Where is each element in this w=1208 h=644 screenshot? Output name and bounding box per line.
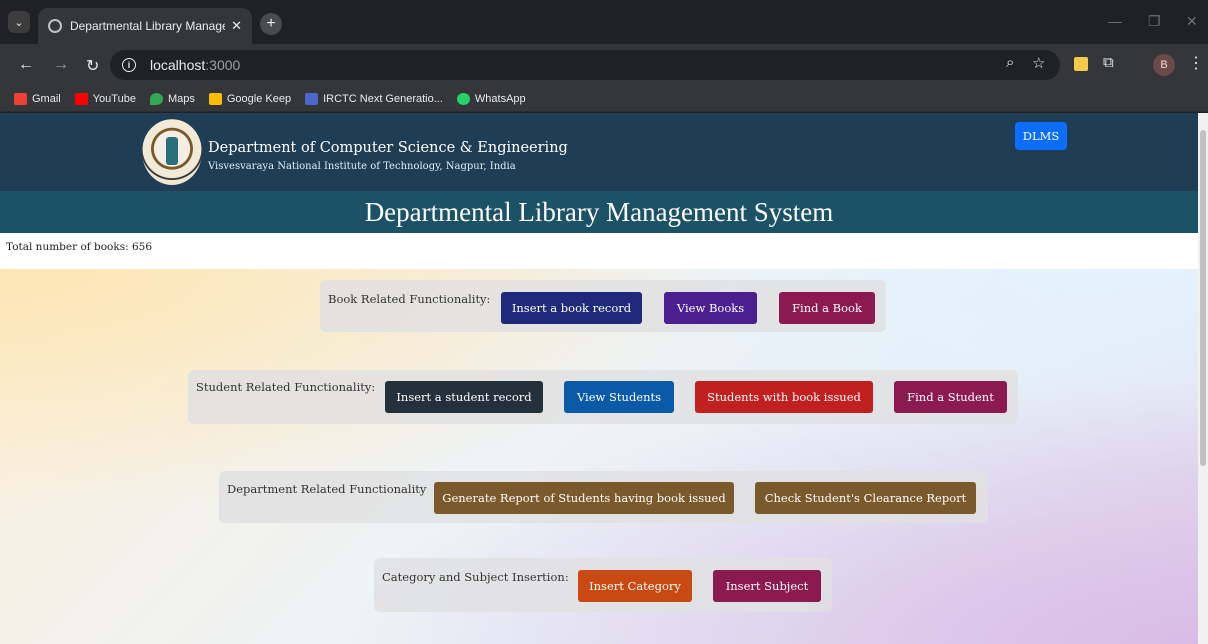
google-keep-extension-icon[interactable]: [1074, 57, 1088, 71]
extensions-puzzle-icon[interactable]: ⧉: [1103, 54, 1114, 71]
youtube-icon: [74, 92, 88, 105]
maps-pin-icon: [149, 92, 163, 105]
back-icon[interactable]: ←: [18, 56, 34, 74]
minimize-icon[interactable]: —: [1108, 13, 1122, 29]
bookmark-youtube[interactable]: YouTube: [74, 92, 136, 105]
url-host: localhost: [150, 57, 206, 73]
close-tab-icon[interactable]: ✕: [231, 18, 242, 34]
bookmark-irctc[interactable]: IRCTC Next Generatio...: [305, 92, 443, 105]
view-books-button[interactable]: View Books: [664, 292, 757, 324]
functionality-area: Book Related Functionality: Insert a boo…: [0, 269, 1198, 644]
browser-tab-active[interactable]: Departmental Library Managemen ✕: [38, 8, 252, 44]
bookmark-maps[interactable]: Maps: [149, 92, 195, 105]
category-section-label: Category and Subject Insertion:: [382, 570, 569, 584]
bookmark-whatsapp[interactable]: WhatsApp: [456, 92, 526, 105]
whatsapp-icon: [456, 92, 470, 105]
total-books-count: Total number of books: 656: [6, 241, 153, 253]
insert-category-button[interactable]: Insert Category: [578, 570, 692, 602]
find-book-button[interactable]: Find a Book: [779, 292, 875, 324]
browser-menu-icon[interactable]: ⋮: [1188, 53, 1204, 73]
window-close-icon[interactable]: ✕: [1186, 13, 1198, 30]
insert-book-button[interactable]: Insert a book record: [501, 292, 642, 324]
google-keep-icon: [208, 92, 222, 105]
zoom-icon[interactable]: ⌕: [1006, 54, 1014, 71]
browser-tabstrip: ⌄ Departmental Library Managemen ✕ + — ❐…: [0, 0, 1208, 44]
bookmark-star-icon[interactable]: ☆: [1032, 54, 1045, 72]
title-bar: Departmental Library Management System: [0, 191, 1198, 233]
site-header: Department of Computer Science & Enginee…: [0, 113, 1198, 191]
new-tab-button[interactable]: +: [260, 13, 282, 35]
bookmarks-bar: Gmail YouTube Maps Google Keep IRCTC Nex…: [0, 86, 1208, 112]
clearance-report-button[interactable]: Check Student's Clearance Report: [755, 482, 976, 514]
scrollbar-thumb[interactable]: [1200, 130, 1206, 466]
seal-emblem: [166, 137, 178, 165]
gmail-icon: [14, 92, 27, 105]
globe-icon: [48, 19, 62, 33]
restore-icon[interactable]: ❐: [1148, 13, 1161, 30]
bookmark-gmail[interactable]: Gmail: [14, 92, 61, 105]
tab-title: Departmental Library Managemen: [69, 19, 225, 33]
insert-subject-button[interactable]: Insert Subject: [713, 570, 821, 602]
reload-icon[interactable]: ↻: [86, 56, 99, 76]
student-section-label: Student Related Functionality:: [196, 380, 376, 394]
students-with-book-issued-button[interactable]: Students with book issued: [695, 381, 873, 413]
page-viewport: Department of Computer Science & Enginee…: [0, 113, 1198, 644]
url-port: :3000: [205, 57, 241, 73]
institute-name: Visvesvaraya National Institute of Techn…: [208, 161, 516, 172]
insert-student-button[interactable]: Insert a student record: [385, 381, 543, 413]
book-count-row: Total number of books: 656: [0, 233, 1198, 269]
forward-icon[interactable]: →: [53, 56, 69, 74]
book-section-label: Book Related Functionality:: [328, 292, 491, 306]
generate-report-button[interactable]: Generate Report of Students having book …: [434, 482, 734, 514]
profile-avatar[interactable]: B: [1153, 54, 1175, 76]
page-title: Departmental Library Management System: [364, 196, 834, 227]
department-section-label: Department Related Functionality: [227, 482, 427, 496]
site-info-icon[interactable]: i: [122, 58, 136, 72]
browser-toolbar: ← → ↻ i localhost :3000 ⌕ ☆: [0, 44, 1208, 86]
bookmark-google-keep[interactable]: Google Keep: [208, 92, 291, 105]
tab-search-chevron-icon[interactable]: ⌄: [8, 11, 30, 33]
dlms-button[interactable]: DLMS: [1015, 122, 1067, 150]
irctc-icon: [305, 92, 319, 105]
view-students-button[interactable]: View Students: [564, 381, 674, 413]
department-name: Department of Computer Science & Enginee…: [208, 140, 568, 156]
address-bar[interactable]: i localhost :3000 ⌕ ☆: [110, 50, 1060, 80]
find-student-button[interactable]: Find a Student: [894, 381, 1007, 413]
